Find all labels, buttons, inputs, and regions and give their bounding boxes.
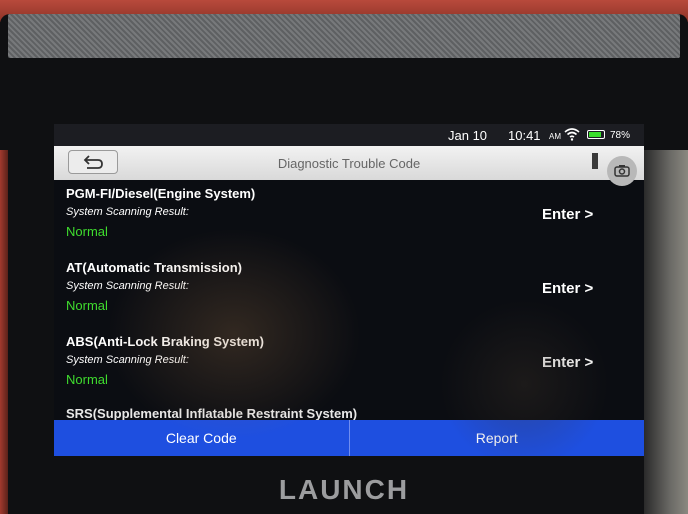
scan-label: System Scanning Result:: [66, 354, 189, 366]
device-side-left: [0, 150, 8, 514]
action-bar: Clear Code Report: [54, 420, 644, 456]
battery-level: 78%: [610, 130, 631, 141]
system-name: SRS(Supplemental Inflatable Restraint Sy…: [66, 406, 358, 420]
list-item[interactable]: ABS(Anti-Lock Braking System) System Sca…: [54, 328, 644, 402]
wifi-icon: [564, 128, 580, 141]
scan-result: Normal: [66, 372, 108, 387]
edit-icon[interactable]: [590, 152, 602, 170]
system-name: ABS(Anti-Lock Braking System): [66, 334, 264, 349]
status-date: Jan 10: [448, 128, 488, 143]
status-time: 10:41: [508, 128, 541, 143]
device-grip-texture: [8, 14, 680, 58]
device-screen: Jan 10 10:41 AM 78% Diagnostic Trouble C…: [54, 124, 644, 456]
status-bar: Jan 10 10:41 AM 78%: [54, 124, 644, 146]
list-item[interactable]: AT(Automatic Transmission) System Scanni…: [54, 254, 644, 328]
report-button[interactable]: Report: [350, 420, 645, 456]
device-side-right: [644, 150, 688, 514]
system-name: AT(Automatic Transmission): [66, 260, 243, 275]
scan-label: System Scanning Result:: [66, 280, 189, 292]
status-ampm: AM: [549, 132, 561, 141]
system-name: PGM-FI/Diesel(Engine System): [66, 186, 256, 201]
battery-icon: [587, 130, 605, 139]
enter-button[interactable]: Enter >: [542, 354, 593, 371]
scan-result: Normal: [66, 298, 108, 313]
list-item[interactable]: PGM-FI/Diesel(Engine System) System Scan…: [54, 180, 644, 254]
brand-logo: LAUNCH: [278, 474, 410, 505]
enter-button[interactable]: Enter >: [542, 206, 593, 223]
page-title: Diagnostic Trouble Code: [277, 156, 421, 171]
enter-button[interactable]: Enter >: [542, 280, 593, 297]
scan-result: Normal: [66, 224, 108, 239]
title-bar: Diagnostic Trouble Code: [54, 146, 644, 186]
list-item[interactable]: SRS(Supplemental Inflatable Restraint Sy…: [54, 402, 644, 420]
system-list: PGM-FI/Diesel(Engine System) System Scan…: [54, 180, 644, 420]
camera-icon: [614, 165, 630, 177]
scan-label: System Scanning Result:: [66, 206, 189, 218]
clear-code-button[interactable]: Clear Code: [54, 420, 349, 456]
